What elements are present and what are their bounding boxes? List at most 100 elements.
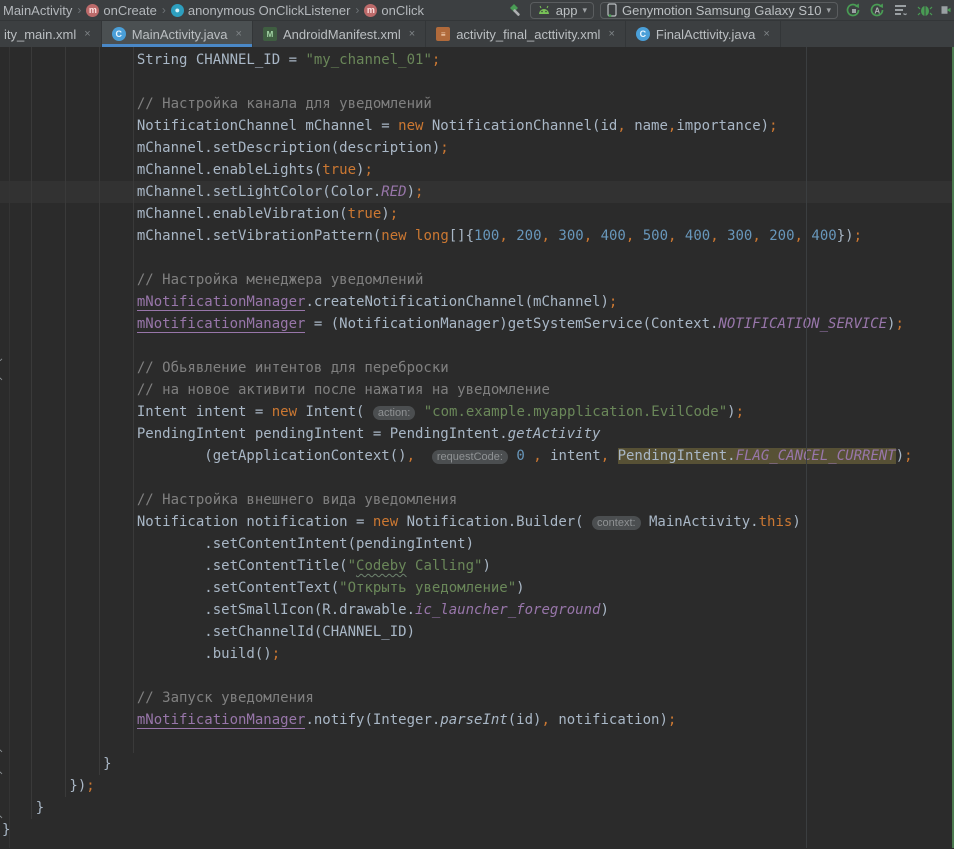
- tab-close-icon[interactable]: ×: [236, 28, 242, 40]
- code-token: Notification notification =: [2, 514, 373, 530]
- code-line[interactable]: // Запуск уведомления: [2, 687, 954, 709]
- code-token: ): [896, 448, 904, 464]
- apply-code-changes-icon[interactable]: A: [868, 1, 886, 19]
- code-line[interactable]: PendingIntent pendingIntent = PendingInt…: [2, 423, 954, 445]
- run-configuration-select[interactable]: app ▾: [530, 2, 594, 19]
- code-line[interactable]: });: [2, 775, 954, 797]
- tab-activity-final-acttivity-xml[interactable]: ≡ activity_final_acttivity.xml ×: [426, 21, 626, 47]
- code-line[interactable]: .setContentIntent(pendingIntent): [2, 533, 954, 555]
- code-area[interactable]: String CHANNEL_ID = "my_channel_01"; // …: [0, 47, 954, 841]
- java-class-icon: C: [112, 27, 126, 41]
- code-token: mChannel.setLightColor(Color.: [2, 184, 381, 200]
- code-line[interactable]: mNotificationManager = (NotificationMana…: [2, 313, 954, 335]
- code-line[interactable]: String CHANNEL_ID = "my_channel_01";: [2, 49, 954, 71]
- fold-marker-icon[interactable]: ⌄: [0, 353, 4, 364]
- run-controls: app ▾ Genymotion Samsung Galaxy S10 ▾ A: [506, 1, 954, 19]
- code-token: mChannel.setVibrationPattern(: [2, 228, 381, 244]
- code-line[interactable]: mChannel.setLightColor(Color.RED);: [2, 181, 954, 203]
- profiler-icon[interactable]: [892, 1, 910, 19]
- code-line[interactable]: .setContentTitle("Codeby Calling"): [2, 555, 954, 577]
- code-token: }: [2, 756, 112, 772]
- device-select[interactable]: Genymotion Samsung Galaxy S10 ▾: [600, 2, 838, 19]
- code-token: ): [727, 404, 735, 420]
- code-line[interactable]: Intent intent = new Intent( action: "com…: [2, 401, 954, 423]
- code-line[interactable]: mChannel.setDescription(description);: [2, 137, 954, 159]
- apply-changes-icon[interactable]: [844, 1, 862, 19]
- code-token: mNotificationManager: [137, 294, 306, 311]
- tab-label: activity_final_acttivity.xml: [456, 27, 600, 42]
- tab-label: FinalActtivity.java: [656, 27, 755, 42]
- code-line[interactable]: .setChannelId(CHANNEL_ID): [2, 621, 954, 643]
- fold-marker-icon[interactable]: ⌃: [0, 815, 4, 826]
- fold-marker-icon[interactable]: ⌃: [0, 771, 4, 782]
- fold-marker-icon[interactable]: ⌃: [0, 377, 4, 388]
- code-token: // Настройка канала для уведомлений: [2, 96, 432, 112]
- code-line[interactable]: [2, 335, 954, 357]
- code-line[interactable]: }: [2, 819, 954, 841]
- code-token: Notification.Builder(: [398, 514, 592, 530]
- tab-close-icon[interactable]: ×: [608, 28, 614, 40]
- breadcrumb-separator: ›: [355, 3, 359, 17]
- build-hammer-icon[interactable]: [506, 1, 524, 19]
- tab-close-icon[interactable]: ×: [763, 28, 769, 40]
- tab-activity-main-xml[interactable]: ity_main.xml ×: [0, 21, 102, 47]
- tab-androidmanifest-xml[interactable]: M AndroidManifest.xml ×: [253, 21, 426, 47]
- code-token: // Запуск уведомления: [2, 690, 314, 706]
- tab-close-icon[interactable]: ×: [84, 28, 90, 40]
- code-token: ;: [854, 228, 862, 244]
- tab-mainactivity-java[interactable]: C MainActivity.java ×: [102, 21, 253, 47]
- code-token: ": [348, 558, 356, 574]
- code-line[interactable]: [2, 247, 954, 269]
- breadcrumb-item-class[interactable]: MainActivity: [1, 3, 74, 18]
- code-token: .build(): [2, 646, 272, 662]
- code-line[interactable]: // Настройка внешнего вида уведомления: [2, 489, 954, 511]
- breadcrumb-item-anonymous-class[interactable]: ● anonymous OnClickListener: [169, 3, 353, 18]
- code-line[interactable]: }: [2, 753, 954, 775]
- code-token: 400: [811, 228, 836, 244]
- code-token: 400: [685, 228, 710, 244]
- code-token: = (NotificationManager)getSystemService(…: [305, 316, 718, 332]
- code-line[interactable]: [2, 665, 954, 687]
- code-line[interactable]: // на новое активити после нажатия на ув…: [2, 379, 954, 401]
- debug-icon[interactable]: [916, 1, 934, 19]
- breadcrumb-item-oncreate[interactable]: m onCreate: [84, 3, 158, 18]
- code-line[interactable]: [2, 467, 954, 489]
- code-line[interactable]: mNotificationManager.createNotificationC…: [2, 291, 954, 313]
- code-token: ;: [609, 294, 617, 310]
- code-token: 100: [474, 228, 499, 244]
- attach-debugger-icon[interactable]: [940, 1, 952, 19]
- code-token: Codeby: [356, 558, 407, 574]
- code-token: // Настройка менеджера уведомлений: [2, 272, 423, 288]
- code-line[interactable]: }: [2, 797, 954, 819]
- code-token: 500: [643, 228, 668, 244]
- code-token: ;: [769, 118, 777, 134]
- code-line[interactable]: // Настройка менеджера уведомлений: [2, 269, 954, 291]
- code-token: .createNotificationChannel(mChannel): [305, 294, 608, 310]
- code-line[interactable]: mChannel.enableVibration(true);: [2, 203, 954, 225]
- code-editor[interactable]: String CHANNEL_ID = "my_channel_01"; // …: [0, 47, 954, 848]
- code-line[interactable]: [2, 731, 954, 753]
- fold-marker-icon[interactable]: ⌃: [0, 749, 4, 760]
- tab-close-icon[interactable]: ×: [409, 28, 415, 40]
- code-line[interactable]: .setContentText("Открыть уведомление"): [2, 577, 954, 599]
- code-line[interactable]: .build();: [2, 643, 954, 665]
- tab-finalacttivity-java[interactable]: C FinalActtivity.java ×: [626, 21, 781, 47]
- code-token: ;: [86, 778, 94, 794]
- code-line[interactable]: [2, 71, 954, 93]
- phone-icon: [607, 3, 617, 17]
- code-line[interactable]: NotificationChannel mChannel = new Notif…: [2, 115, 954, 137]
- code-line[interactable]: mChannel.setVibrationPattern(new long[]{…: [2, 225, 954, 247]
- code-line[interactable]: Notification notification = new Notifica…: [2, 511, 954, 533]
- code-line[interactable]: // Обьявление интентов для переброски: [2, 357, 954, 379]
- code-token: [676, 228, 684, 244]
- code-token: ): [381, 206, 389, 222]
- code-line[interactable]: .setSmallIcon(R.drawable.ic_launcher_for…: [2, 599, 954, 621]
- code-line[interactable]: mNotificationManager.notify(Integer.pars…: [2, 709, 954, 731]
- code-token: mNotificationManager: [137, 316, 306, 333]
- code-line[interactable]: mChannel.enableLights(true);: [2, 159, 954, 181]
- layout-xml-icon: ≡: [436, 27, 450, 41]
- code-token: [2, 294, 137, 310]
- code-line[interactable]: // Настройка канала для уведомлений: [2, 93, 954, 115]
- breadcrumb-item-onclick[interactable]: m onClick: [362, 3, 426, 18]
- code-line[interactable]: (getApplicationContext(), requestCode: 0…: [2, 445, 954, 467]
